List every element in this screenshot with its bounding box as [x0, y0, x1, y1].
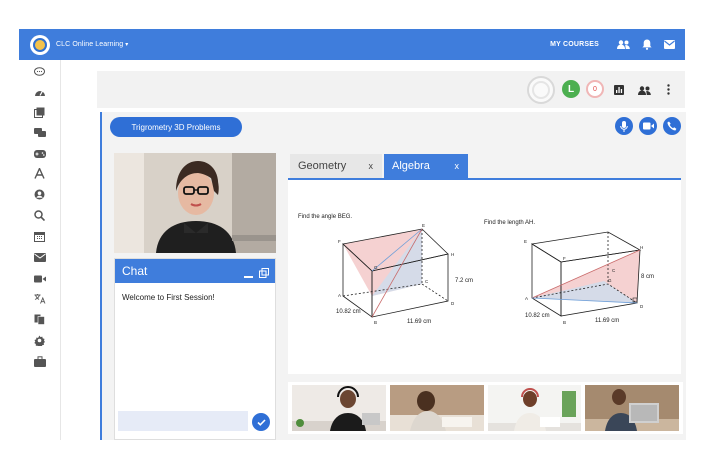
vertex-label: H — [640, 245, 643, 250]
vertex-label: G — [608, 278, 612, 283]
gamepad-icon[interactable] — [33, 147, 46, 160]
microphone-button[interactable] — [615, 117, 633, 135]
geometry-diagrams: F E H G A B C D 7.2 cm 10.82 cm 11.69 cm — [336, 223, 654, 325]
whiteboard[interactable]: Find the angle BEG. Find the length AH. … — [288, 178, 681, 374]
phone-button[interactable] — [663, 117, 681, 135]
microphone-icon — [620, 120, 628, 132]
session-toolbar: L 0 — [97, 71, 685, 108]
chat-controls — [244, 265, 269, 283]
tab-geometry[interactable]: Geometry x — [290, 154, 382, 178]
tab-algebra[interactable]: Algebra x — [384, 154, 468, 178]
vertex-label: H — [451, 252, 454, 257]
close-icon[interactable]: x — [369, 161, 374, 171]
participant-video[interactable] — [389, 385, 484, 431]
app-root: CLC Online Learning ▾ MY COURSES L 0 Tri… — [0, 0, 724, 466]
forum-icon[interactable] — [33, 126, 46, 139]
avatar[interactable]: L — [562, 80, 580, 98]
session-title-button[interactable]: Trigrometry 3D Problems — [110, 117, 242, 137]
minimize-icon[interactable] — [244, 265, 253, 283]
chat-title: Chat — [122, 264, 148, 278]
chat-panel: Chat Welcome to First Session! — [114, 258, 276, 440]
bar-chart-icon[interactable] — [614, 82, 624, 100]
notification-count-badge[interactable]: 0 — [586, 80, 604, 98]
record-button[interactable] — [527, 76, 555, 104]
vertex-label: A — [525, 296, 528, 301]
vertex-label: D — [451, 301, 455, 306]
top-navbar: CLC Online Learning ▾ MY COURSES — [19, 29, 685, 60]
vertex-label: B — [563, 320, 566, 325]
comment-icon[interactable] — [33, 65, 46, 78]
dimension-label: 10.82 cm — [336, 309, 361, 315]
participant-video[interactable] — [292, 385, 386, 431]
chat-input[interactable] — [118, 411, 248, 431]
dimension-label: 10.82 cm — [525, 313, 550, 319]
instructor-video[interactable] — [114, 153, 276, 253]
vertex-label: G — [374, 265, 378, 270]
camera-button[interactable] — [639, 117, 657, 135]
send-button[interactable] — [252, 413, 270, 431]
participant-video[interactable] — [487, 385, 582, 431]
vertex-label: F — [563, 256, 566, 261]
people-icon[interactable] — [617, 40, 630, 49]
participants-strip — [288, 382, 683, 434]
translate-icon[interactable] — [33, 292, 46, 305]
my-courses-link[interactable]: MY COURSES — [550, 41, 599, 48]
chat-message: Welcome to First Session! — [122, 293, 215, 302]
video-camera-icon — [642, 122, 654, 130]
dashboard-icon[interactable] — [33, 85, 46, 98]
mail-icon[interactable] — [664, 40, 675, 49]
search-icon[interactable] — [33, 209, 46, 222]
account-circle-icon[interactable] — [33, 188, 46, 201]
video-camera-icon[interactable] — [33, 272, 46, 285]
vertex-label: B — [374, 320, 377, 325]
participants-icon[interactable] — [638, 82, 651, 100]
briefcase-icon[interactable] — [33, 355, 46, 368]
vertex-label: A — [338, 293, 341, 298]
bell-icon[interactable] — [642, 39, 652, 50]
mail-icon[interactable] — [33, 251, 46, 264]
vertex-label: F — [338, 239, 341, 244]
library-icon[interactable] — [33, 106, 46, 119]
dimension-label: 11.69 cm — [407, 319, 431, 325]
brand-name[interactable]: CLC Online Learning — [56, 41, 123, 48]
close-icon[interactable]: x — [455, 161, 460, 171]
tab-label: Algebra — [392, 160, 430, 172]
tab-label: Geometry — [298, 160, 347, 172]
brand-logo[interactable] — [30, 34, 50, 55]
chevron-down-icon[interactable]: ▾ — [125, 41, 128, 48]
files-icon[interactable] — [33, 313, 46, 326]
left-sidebar — [19, 60, 61, 440]
font-icon[interactable] — [33, 167, 46, 180]
phone-icon — [667, 121, 677, 131]
gear-icon[interactable] — [33, 334, 46, 347]
top-actions: MY COURSES — [550, 29, 675, 60]
vertex-label: C — [425, 279, 429, 284]
checkmark-icon — [256, 418, 266, 426]
vertex-label: D — [640, 304, 644, 309]
participant-video[interactable] — [585, 385, 679, 431]
calendar-icon[interactable] — [33, 230, 46, 243]
dimension-label: 11.69 cm — [595, 318, 619, 324]
dimension-label: 8 cm — [641, 274, 654, 280]
dimension-label: 7.2 cm — [455, 278, 473, 284]
more-vertical-icon[interactable] — [667, 82, 670, 100]
popout-icon[interactable] — [259, 265, 269, 283]
vertex-label: E — [524, 239, 527, 244]
vertex-label: E — [422, 223, 425, 228]
